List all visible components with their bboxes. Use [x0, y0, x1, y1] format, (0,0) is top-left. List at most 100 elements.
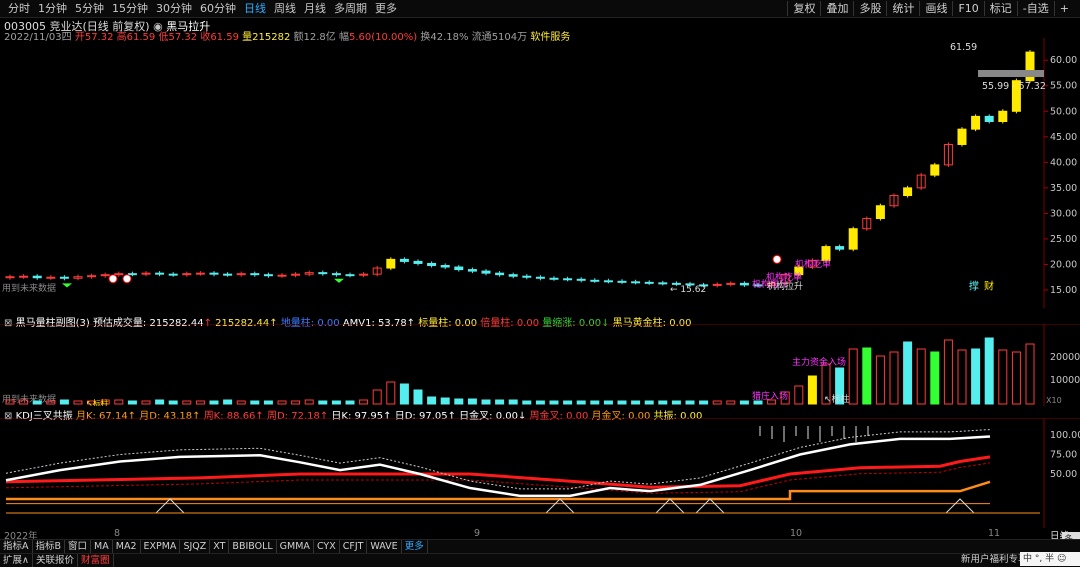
- date-label-3: 10: [790, 528, 803, 539]
- candle-64: [875, 205, 885, 220]
- signal-text-2: 机构吃单: [795, 258, 831, 270]
- signal-triangle-2: [655, 498, 685, 514]
- period-tab-3[interactable]: 15分钟: [108, 1, 152, 16]
- indicator-tab-11[interactable]: CFJT: [340, 540, 368, 553]
- vol-bar-64: [875, 355, 885, 405]
- vol-bar-65: [889, 351, 899, 405]
- tool-button-4[interactable]: 画线: [919, 1, 952, 16]
- vol-bar-66: [903, 341, 913, 405]
- vol-bar-48: [658, 400, 668, 405]
- ime-indicator[interactable]: 中 °, 半 ☺: [1020, 552, 1080, 566]
- vol-bar-44: [603, 400, 613, 405]
- vol-bar-17: [236, 400, 246, 405]
- period-tab-1[interactable]: 1分钟: [34, 1, 71, 16]
- kdj-axis-label-1: 75.00: [1050, 450, 1077, 461]
- period-tab-2[interactable]: 5分钟: [71, 1, 108, 16]
- indicator-tab-9[interactable]: GMMA: [277, 540, 314, 553]
- signal-triangle-4: [945, 498, 975, 514]
- vol-bar-68: [930, 351, 940, 405]
- vol-bar-37: [508, 399, 518, 405]
- status-tab-0[interactable]: 扩展∧: [0, 554, 33, 567]
- indicator-tab-5[interactable]: EXPMA: [141, 540, 181, 553]
- signal-plus-icon-3: [772, 254, 782, 264]
- vol-bar-73: [998, 349, 1008, 405]
- indicator-tab-1[interactable]: 指标B: [33, 540, 66, 553]
- axis-label-2: 50.00: [1050, 106, 1077, 117]
- tool-button-1[interactable]: 叠加: [820, 1, 853, 16]
- candle-38: [522, 275, 532, 278]
- vol-bar-4: [59, 399, 69, 405]
- period-tab-8[interactable]: 月线: [300, 1, 330, 16]
- status-tab-1[interactable]: 关联报价: [33, 554, 78, 567]
- vol-bar-38: [522, 400, 532, 405]
- signal-plus-icon-1: [108, 274, 118, 284]
- candle-32: [440, 264, 450, 268]
- candle-19: [263, 274, 273, 277]
- tool-button-3[interactable]: 统计: [886, 1, 919, 16]
- kdj-chart[interactable]: 100.00 75.00 50.00: [0, 418, 1080, 528]
- tool-button-7[interactable]: -自选: [1016, 1, 1054, 16]
- signal-triangle-0: [155, 498, 185, 514]
- tool-button-5[interactable]: F10: [952, 1, 983, 16]
- candle-37: [508, 274, 518, 277]
- volume-chart[interactable]: 20000 10000 X10 用到未来数据 主力资金入场猎庄入场 ↖标柱 ↖标柱: [0, 324, 1080, 406]
- vol-bar-47: [644, 400, 654, 405]
- vol-bar-21: [291, 400, 301, 405]
- indicator-tab-10[interactable]: CYX: [314, 540, 340, 553]
- vol-bar-69: [943, 339, 953, 405]
- status-tab-2[interactable]: 财富圈: [78, 554, 114, 567]
- date-label-2: 9: [474, 528, 481, 539]
- period-tab-10[interactable]: 更多: [371, 1, 401, 16]
- indicator-tab-4[interactable]: MA2: [113, 540, 141, 553]
- vol-bar-39: [535, 400, 545, 405]
- vol-bar-67: [916, 348, 926, 405]
- right-toolbar: 复权 叠加 多股 统计 画线 F10 标记 -自选 +: [787, 1, 1074, 16]
- vol-bar-75: [1025, 343, 1035, 405]
- tool-button-2[interactable]: 多股: [853, 1, 886, 16]
- vol-bar-40: [549, 400, 559, 405]
- candle-34: [467, 269, 477, 272]
- tool-button-6[interactable]: 标记: [983, 1, 1017, 16]
- period-tab-6[interactable]: 日线: [240, 1, 270, 16]
- period-tab-0[interactable]: 分时: [4, 1, 34, 16]
- range-marker: [978, 70, 1044, 77]
- vol-bar-72: [984, 337, 994, 405]
- diamond-icon-2: [334, 278, 344, 283]
- vol-signal-text-2: 猎庄入场: [752, 390, 788, 402]
- tool-button-0[interactable]: 复权: [787, 1, 820, 16]
- period-tab-7[interactable]: 周线: [270, 1, 300, 16]
- period-tab-9[interactable]: 多周期: [330, 1, 371, 16]
- candle-36: [495, 272, 505, 276]
- vol-bar-41: [563, 400, 573, 405]
- indicator-tab-0[interactable]: 指标A: [0, 540, 33, 553]
- candle-35: [481, 270, 491, 274]
- vol-bar-53: [726, 400, 736, 405]
- vol-bar-29: [399, 383, 409, 405]
- indicator-tab-6[interactable]: SJQZ: [180, 540, 211, 553]
- indicator-tab-7[interactable]: XT: [210, 540, 230, 553]
- axis-label-7: 25.00: [1050, 234, 1077, 245]
- vol-signal-text-3: ↖标柱: [824, 393, 850, 405]
- period-tab-5[interactable]: 60分钟: [196, 1, 240, 16]
- indicator-tab-2[interactable]: 窗口: [65, 540, 92, 553]
- candle-31: [427, 262, 437, 266]
- kdj-axis-label-0: 100.00: [1050, 430, 1080, 441]
- indicator-tab-3[interactable]: MA: [91, 540, 113, 553]
- vol-future-note: 用到未来数据: [2, 393, 56, 405]
- vol-bar-52: [712, 400, 722, 405]
- vol-bar-15: [209, 400, 219, 405]
- period-tab-4[interactable]: 30分钟: [152, 1, 196, 16]
- indicator-tab-12[interactable]: WAVE: [367, 540, 402, 553]
- axis-label-8: 20.00: [1050, 259, 1077, 270]
- vol-bar-25: [345, 400, 355, 405]
- candle-3: [46, 276, 56, 279]
- candle-72: [984, 115, 994, 122]
- vol-bar-2: [32, 400, 42, 405]
- candle-70: [957, 128, 967, 145]
- indicator-tab-8[interactable]: BBIBOLL: [229, 540, 277, 553]
- vol-bar-11: [155, 399, 165, 405]
- indicator-tab-13[interactable]: 更多: [402, 540, 428, 553]
- candle-33: [454, 266, 464, 271]
- candlestick-chart[interactable]: 60.00 55.00 50.00 45.00 40.00 35.00 30.00 25.00…: [0, 38, 1080, 308]
- tool-button-8[interactable]: +: [1053, 1, 1074, 16]
